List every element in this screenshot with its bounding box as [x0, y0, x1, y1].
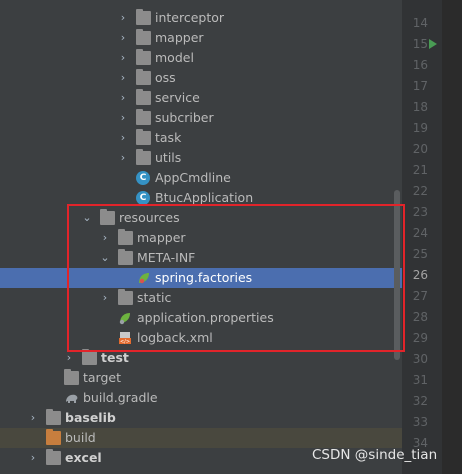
tree-item-label: interceptor [155, 10, 225, 25]
tree-item-baselib[interactable]: › baselib [0, 408, 402, 428]
tree-item-service[interactable]: › service [0, 88, 402, 108]
gradle-icon [64, 391, 80, 405]
package-icon [136, 29, 151, 45]
package-icon [136, 9, 151, 25]
line-number: 23 [412, 205, 428, 219]
package-icon [136, 149, 151, 165]
tree-item-label: AppCmdline [155, 170, 231, 185]
tree-item-build[interactable]: build [0, 428, 402, 448]
line-number: 15 [412, 37, 428, 51]
annotation-highlight-box [67, 204, 405, 352]
chevron-right-icon[interactable]: › [117, 128, 129, 148]
tree-item-interceptor[interactable]: › interceptor [0, 8, 402, 28]
tree-item-label: target [83, 370, 122, 385]
line-number: 33 [412, 415, 428, 429]
package-icon [136, 49, 151, 65]
chevron-right-icon[interactable]: › [117, 48, 129, 68]
tree-item-label: utils [155, 150, 182, 165]
editor-area [442, 0, 462, 474]
tree-item-label: task [155, 130, 182, 145]
line-number: 25 [412, 247, 428, 261]
tree-top-strip [0, 0, 402, 8]
chevron-right-icon[interactable]: › [117, 108, 129, 128]
test-folder-icon [82, 349, 97, 365]
tree-item-label: baselib [65, 410, 116, 425]
watermark-text: CSDN @sinde_tian [312, 447, 438, 463]
line-number: 28 [412, 310, 428, 324]
tree-item-model[interactable]: › model [0, 48, 402, 68]
line-number: 32 [412, 394, 428, 408]
chevron-right-icon[interactable]: › [117, 88, 129, 108]
tree-item-utils[interactable]: › utils [0, 148, 402, 168]
excluded-folder-icon [46, 429, 61, 445]
chevron-right-icon[interactable]: › [117, 8, 129, 28]
line-number: 27 [412, 289, 428, 303]
tree-item-label: service [155, 90, 200, 105]
tree-item-label: excel [65, 450, 102, 465]
chevron-right-icon[interactable]: › [117, 28, 129, 48]
tree-item-label: build [65, 430, 96, 445]
package-icon [136, 89, 151, 105]
line-number: 30 [412, 352, 428, 366]
module-folder-icon [46, 409, 61, 425]
chevron-right-icon[interactable]: › [27, 448, 39, 468]
line-number: 17 [412, 79, 428, 93]
chevron-right-icon[interactable]: › [117, 68, 129, 88]
line-number: 21 [412, 163, 428, 177]
tree-item-subcriber[interactable]: › subcriber [0, 108, 402, 128]
class-icon: C [136, 191, 150, 205]
chevron-right-icon[interactable]: › [27, 408, 39, 428]
package-icon [136, 69, 151, 85]
tree-item-mapper[interactable]: › mapper [0, 28, 402, 48]
tree-item-label: model [155, 50, 194, 65]
tree-item-label: build.gradle [83, 390, 158, 405]
tree-item-label: oss [155, 70, 176, 85]
line-number: 14 [412, 16, 428, 30]
tree-item-label: mapper [155, 30, 204, 45]
class-icon: C [136, 171, 150, 185]
line-number: 22 [412, 184, 428, 198]
line-number: 16 [412, 58, 428, 72]
tree-item-build-gradle[interactable]: build.gradle [0, 388, 402, 408]
line-number: 29 [412, 331, 428, 345]
tree-item-oss[interactable]: › oss [0, 68, 402, 88]
line-number-current: 26 [412, 268, 428, 282]
module-folder-icon [46, 449, 61, 465]
run-icon[interactable] [429, 39, 437, 49]
folder-icon [64, 369, 79, 385]
tree-item-label: subcriber [155, 110, 214, 125]
package-icon [136, 129, 151, 145]
line-number: 18 [412, 100, 428, 114]
tree-item-target[interactable]: target [0, 368, 402, 388]
chevron-right-icon[interactable]: › [117, 148, 129, 168]
line-number: 19 [412, 121, 428, 135]
line-number: 31 [412, 373, 428, 387]
line-number: 24 [412, 226, 428, 240]
tree-item-task[interactable]: › task [0, 128, 402, 148]
package-icon [136, 109, 151, 125]
tree-item-appcmdline[interactable]: C AppCmdline [0, 168, 402, 188]
line-number: 20 [412, 142, 428, 156]
